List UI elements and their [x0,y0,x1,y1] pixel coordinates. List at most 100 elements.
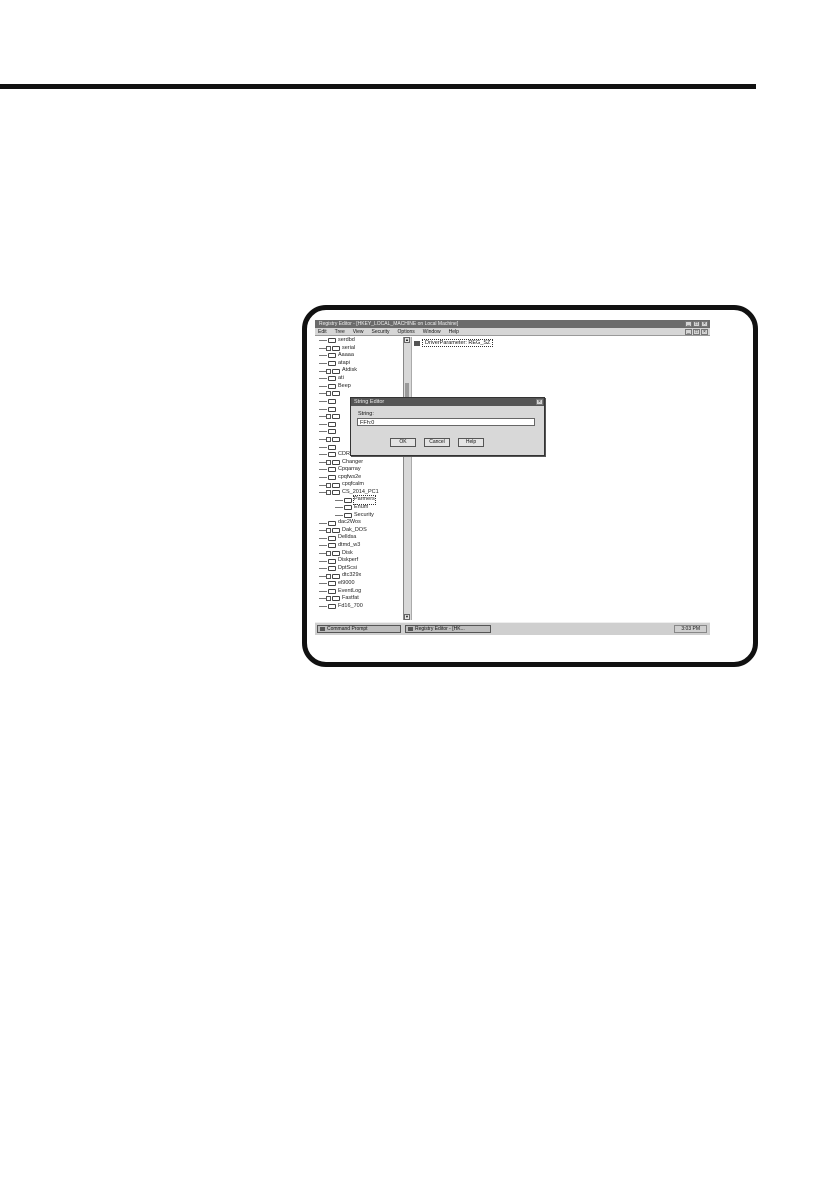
minimize-icon[interactable]: _ [685,321,692,327]
tree-connector [335,514,343,516]
tree-node[interactable]: Atdisk [315,367,403,375]
scroll-down-icon[interactable]: ▼ [404,614,410,620]
child-minimize-icon[interactable]: _ [685,329,692,335]
expand-icon[interactable] [326,482,331,488]
tree-connector [319,446,327,448]
tree-node[interactable]: Disk [315,550,403,558]
value-entry[interactable]: DriverParameter: REG_SZ [414,339,494,347]
tree-node-label: EventLog [338,587,362,594]
tree-node[interactable]: EventLog [315,588,403,596]
child-maximize-icon[interactable]: □ [693,329,700,335]
tree-node[interactable]: cpqfws2e [315,474,403,482]
expand-icon[interactable] [326,459,331,465]
tree-connector [319,423,327,425]
folder-icon [328,467,336,473]
folder-icon [328,353,336,359]
tree-node[interactable]: Aaaaa [315,352,403,360]
expand-icon[interactable] [326,437,331,443]
expand-icon[interactable] [326,391,331,397]
taskbar-item-registry-editor[interactable]: Registry Editor - [HK... [405,625,491,633]
expand-icon[interactable] [326,573,331,579]
dialog-buttons: OK Cancel Help [390,438,484,447]
string-field-label: String: [358,411,374,417]
tree-node[interactable]: DptScsi [315,565,403,573]
tree-node[interactable]: serial [315,345,403,353]
dialog-close-icon[interactable]: × [536,399,543,405]
tree-node[interactable]: dtmd_w3 [315,542,403,550]
string-input[interactable]: FFh:0 [357,418,535,426]
expand-icon[interactable] [326,528,331,534]
tree-node[interactable]: el9000 [315,580,403,588]
tree-node-label: serdbd [338,337,355,343]
tree-node-label: Fd16_700 [338,602,363,609]
tree-node-label: dtc329x [342,572,362,579]
folder-icon [328,452,336,458]
tree-node[interactable]: serdbd [315,337,403,345]
tree-node[interactable]: Beep [315,383,403,391]
taskbar: Command Prompt Registry Editor - [HK... … [315,622,710,635]
tree-scrollbar[interactable]: ▲ ▼ [403,337,411,620]
child-close-icon[interactable]: × [701,329,708,335]
menu-edit[interactable]: Edit [318,329,327,335]
menu-window[interactable]: Window [423,329,441,335]
registry-editor-icon [408,627,413,631]
tree-node-label: cpqfcalm [342,481,365,488]
tree-node[interactable]: Diskperf [315,557,403,565]
close-icon[interactable]: × [701,321,708,327]
expand-icon[interactable] [326,368,331,374]
tree-node[interactable]: Delldsa [315,534,403,542]
tree-connector [319,522,327,524]
tree-node[interactable]: Dak_DOS [315,527,403,535]
menu-options[interactable]: Options [398,329,415,335]
folder-icon [344,505,352,511]
tree-connector [319,363,327,365]
tree-connector [319,583,327,585]
maximize-icon[interactable]: □ [693,321,700,327]
window-titlebar[interactable]: Registry Editor - [HKEY_LOCAL_MACHINE on… [315,320,710,328]
taskbar-clock: 3:03 PM [674,625,707,633]
tree-connector [319,469,327,471]
cancel-button[interactable]: Cancel [424,438,450,447]
taskbar-item-command-prompt[interactable]: Command Prompt [317,625,401,633]
folder-icon [332,459,340,465]
tree-node[interactable]: dac2Wos [315,519,403,527]
menu-tree[interactable]: Tree [335,329,345,335]
scroll-up-icon[interactable]: ▲ [404,337,410,343]
page-header-rule [0,84,756,89]
expand-icon[interactable] [326,596,331,602]
menu-help[interactable]: Help [449,329,459,335]
folder-icon [328,376,336,382]
ok-button[interactable]: OK [390,438,416,447]
expand-icon[interactable] [326,345,331,351]
tree-node[interactable]: Fd16_700 [315,603,403,611]
folder-icon [332,368,340,374]
tree-node[interactable]: atapi [315,360,403,368]
tree-node-label: serial [342,344,356,351]
tree-node[interactable]: cpqfcalm [315,481,403,489]
tree-connector [319,401,327,403]
tree-node[interactable]: Parmers [315,495,403,506]
folder-icon [344,512,352,518]
tree-node-label: Beep [338,382,351,389]
folder-icon [328,399,336,405]
taskbar-item-label: Registry Editor - [HK... [415,626,465,632]
folder-icon [332,550,340,556]
menu-view[interactable]: View [353,329,364,335]
tree-node[interactable]: Enum [315,504,403,512]
screenshot-frame: Registry Editor - [HKEY_LOCAL_MACHINE on… [302,305,758,667]
tree-node[interactable]: dtc329x [315,572,403,580]
dialog-titlebar[interactable]: String Editor × [351,398,544,406]
expand-icon[interactable] [326,490,331,496]
help-button[interactable]: Help [458,438,484,447]
tree-node[interactable]: ati [315,375,403,383]
menu-security[interactable]: Security [371,329,389,335]
tree-node[interactable]: CS_2014_PC1 [315,489,403,497]
value-pane: DriverParameter: REG_SZ [411,337,711,620]
expand-icon[interactable] [326,550,331,556]
tree-node[interactable]: Fastfat [315,595,403,603]
expand-icon[interactable] [326,414,331,420]
tree-node[interactable]: Changer [315,459,403,467]
tree-node[interactable]: Cpqarray [315,466,403,474]
tree-node-label: Diskperf [338,557,359,564]
tree-node[interactable]: Security [315,512,403,520]
